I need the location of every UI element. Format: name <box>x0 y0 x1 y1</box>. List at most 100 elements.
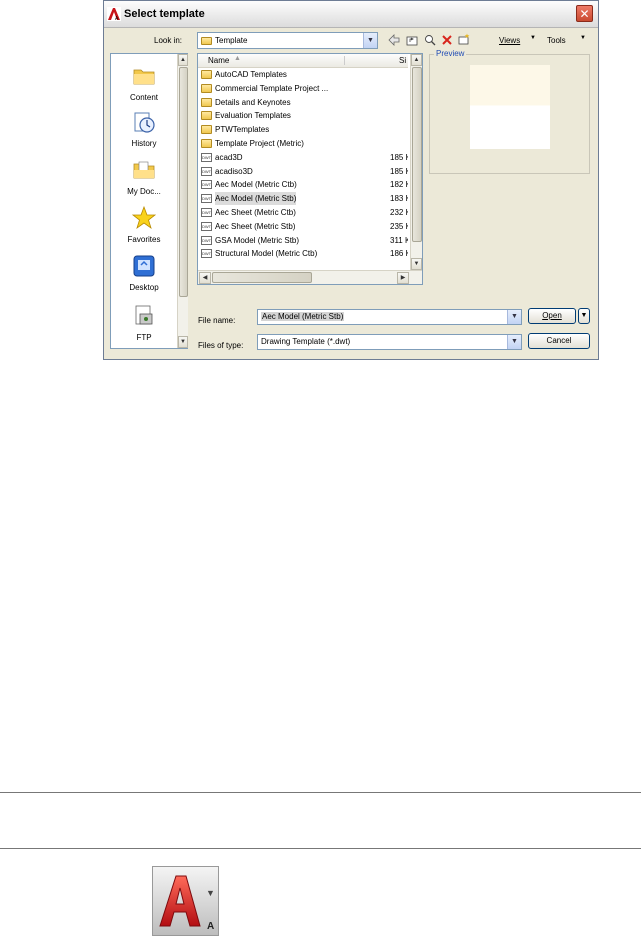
place-history[interactable]: History <box>111 110 177 148</box>
select-template-dialog: A Select template ✕ Look in: Template ▼ … <box>103 0 599 360</box>
file-name-value: Aec Model (Metric Stb) <box>261 312 345 321</box>
history-icon <box>134 112 155 133</box>
place-label: History <box>131 139 157 148</box>
preview-label: Preview <box>434 49 467 58</box>
file-row[interactable]: DWTacad3D 185 K <box>198 151 408 164</box>
file-name: Aec Model (Metric Ctb) <box>215 180 297 190</box>
look-in-label: Look in: <box>154 36 183 45</box>
back-arrow-icon[interactable] <box>388 34 400 46</box>
file-size: 182 K <box>390 180 408 190</box>
scroll-thumb[interactable] <box>179 67 188 297</box>
places-bar: Content History My Doc... Favorites Desk… <box>110 53 188 349</box>
file-row[interactable]: DWTGSA Model (Metric Stb) 311 K <box>198 234 408 247</box>
app-letter-icon: A <box>207 921 215 932</box>
scroll-down-icon[interactable]: ▼ <box>178 336 188 348</box>
column-header-size[interactable]: Si <box>399 56 406 65</box>
scroll-down-icon[interactable]: ▼ <box>411 258 422 270</box>
chevron-down-icon[interactable]: ▼ <box>507 335 521 349</box>
file-row[interactable]: Template Project (Metric) <box>198 137 408 150</box>
views-menu[interactable]: Views <box>499 36 520 45</box>
file-name-label: File name: <box>198 316 236 325</box>
file-size: 183 K <box>390 194 408 204</box>
tools-dropdown-icon[interactable]: ▼ <box>580 35 586 41</box>
folder-icon <box>201 37 212 45</box>
column-header-name[interactable]: Name <box>208 56 229 65</box>
file-list-header: Name ▲ Si <box>198 54 408 68</box>
new-folder-icon[interactable] <box>458 33 470 45</box>
scroll-left-icon[interactable]: ◀ <box>199 272 211 284</box>
file-row[interactable]: DWTAec Model (Metric Stb) 183 K <box>198 192 408 206</box>
chevron-down-icon[interactable]: ▼ <box>363 33 377 48</box>
file-row[interactable]: AutoCAD Templates <box>198 68 408 81</box>
dwt-file-icon: DWT <box>201 166 212 176</box>
scroll-up-icon[interactable]: ▲ <box>178 54 188 66</box>
chevron-down-icon[interactable]: ▼ <box>206 888 215 898</box>
folder-icon <box>133 69 155 85</box>
file-name: GSA Model (Metric Stb) <box>215 235 300 245</box>
folder-icon <box>201 111 212 121</box>
dwt-file-icon: DWT <box>201 235 212 245</box>
scroll-thumb[interactable] <box>412 67 422 242</box>
file-row[interactable]: Details and Keynotes <box>198 96 408 109</box>
dwt-file-icon: DWT <box>201 194 212 204</box>
place-ftp[interactable]: FTP <box>111 304 177 342</box>
places-scrollbar[interactable]: ▲ ▼ <box>177 54 188 348</box>
folder-icon <box>201 83 212 93</box>
file-row[interactable]: Evaluation Templates <box>198 109 408 122</box>
tools-menu[interactable]: Tools <box>547 36 566 45</box>
scroll-right-icon[interactable]: ▶ <box>397 272 409 284</box>
ftp-icon <box>135 305 153 325</box>
cancel-button[interactable]: Cancel <box>528 333 590 349</box>
title-bar[interactable]: A Select template ✕ <box>104 1 598 28</box>
file-list-vertical-scrollbar[interactable]: ▲ ▼ <box>410 54 422 270</box>
folder-icon <box>201 139 212 148</box>
application-menu-button[interactable]: ▼ A <box>152 866 219 936</box>
files-of-type-value: Drawing Template (*.dwt) <box>261 337 351 346</box>
folder-icon <box>201 125 212 135</box>
file-row[interactable]: DWTAec Model (Metric Ctb) 182 K <box>198 178 408 191</box>
open-options-dropdown-icon[interactable]: ▼ <box>578 308 590 324</box>
folder-icon <box>201 97 212 107</box>
file-name: Template Project (Metric) <box>215 139 304 148</box>
place-content[interactable]: Content <box>111 64 177 102</box>
search-web-icon[interactable] <box>424 34 436 46</box>
file-row[interactable]: PTWTemplates <box>198 123 408 136</box>
file-name-input[interactable]: Aec Model (Metric Stb) ▼ <box>257 309 522 325</box>
place-favorites[interactable]: Favorites <box>111 205 177 244</box>
file-name: Details and Keynotes <box>215 97 291 107</box>
place-my-documents[interactable]: My Doc... <box>111 158 177 196</box>
chevron-down-icon[interactable]: ▼ <box>507 310 521 324</box>
scroll-thumb[interactable] <box>212 272 312 283</box>
place-desktop[interactable]: Desktop <box>111 254 177 292</box>
file-name: Evaluation Templates <box>215 111 291 121</box>
file-name: Aec Sheet (Metric Ctb) <box>215 208 296 217</box>
delete-icon[interactable] <box>441 34 453 46</box>
dwt-file-icon: DWT <box>201 180 212 190</box>
file-list-horizontal-scrollbar[interactable]: ◀ ▶ <box>198 270 422 284</box>
open-button[interactable]: Open <box>528 308 576 324</box>
file-name: acadiso3D <box>215 166 253 176</box>
file-name: Commercial Template Project ... <box>215 83 329 93</box>
place-label: Content <box>129 93 159 102</box>
files-of-type-dropdown[interactable]: Drawing Template (*.dwt) ▼ <box>257 334 522 350</box>
divider-line <box>0 792 641 793</box>
file-row[interactable]: DWTacadiso3D 185 K <box>198 165 408 178</box>
file-name: Structural Model (Metric Ctb) <box>215 249 318 259</box>
scroll-up-icon[interactable]: ▲ <box>411 54 422 66</box>
file-row[interactable]: DWTAec Sheet (Metric Stb) 235 K <box>198 220 408 233</box>
views-dropdown-icon[interactable]: ▼ <box>530 35 536 41</box>
file-list: Name ▲ Si AutoCAD Templates Commercial Te… <box>197 53 423 285</box>
autocad-logo-icon <box>159 875 201 927</box>
autocad-logo-icon: A <box>107 7 121 21</box>
file-size: 311 K <box>390 235 408 245</box>
file-row[interactable]: DWTStructural Model (Metric Ctb) 186 K <box>198 247 408 260</box>
place-label: My Doc... <box>127 187 161 196</box>
file-row[interactable]: Commercial Template Project ... <box>198 82 408 95</box>
file-name: AutoCAD Templates <box>215 70 287 79</box>
up-one-level-icon[interactable] <box>406 34 418 46</box>
close-button[interactable]: ✕ <box>576 5 593 22</box>
desktop-icon <box>133 255 155 277</box>
file-rows: AutoCAD Templates Commercial Template Pro… <box>198 68 408 266</box>
file-row[interactable]: DWTAec Sheet (Metric Ctb) 232 K <box>198 206 408 219</box>
look-in-dropdown[interactable]: Template ▼ <box>197 32 378 49</box>
